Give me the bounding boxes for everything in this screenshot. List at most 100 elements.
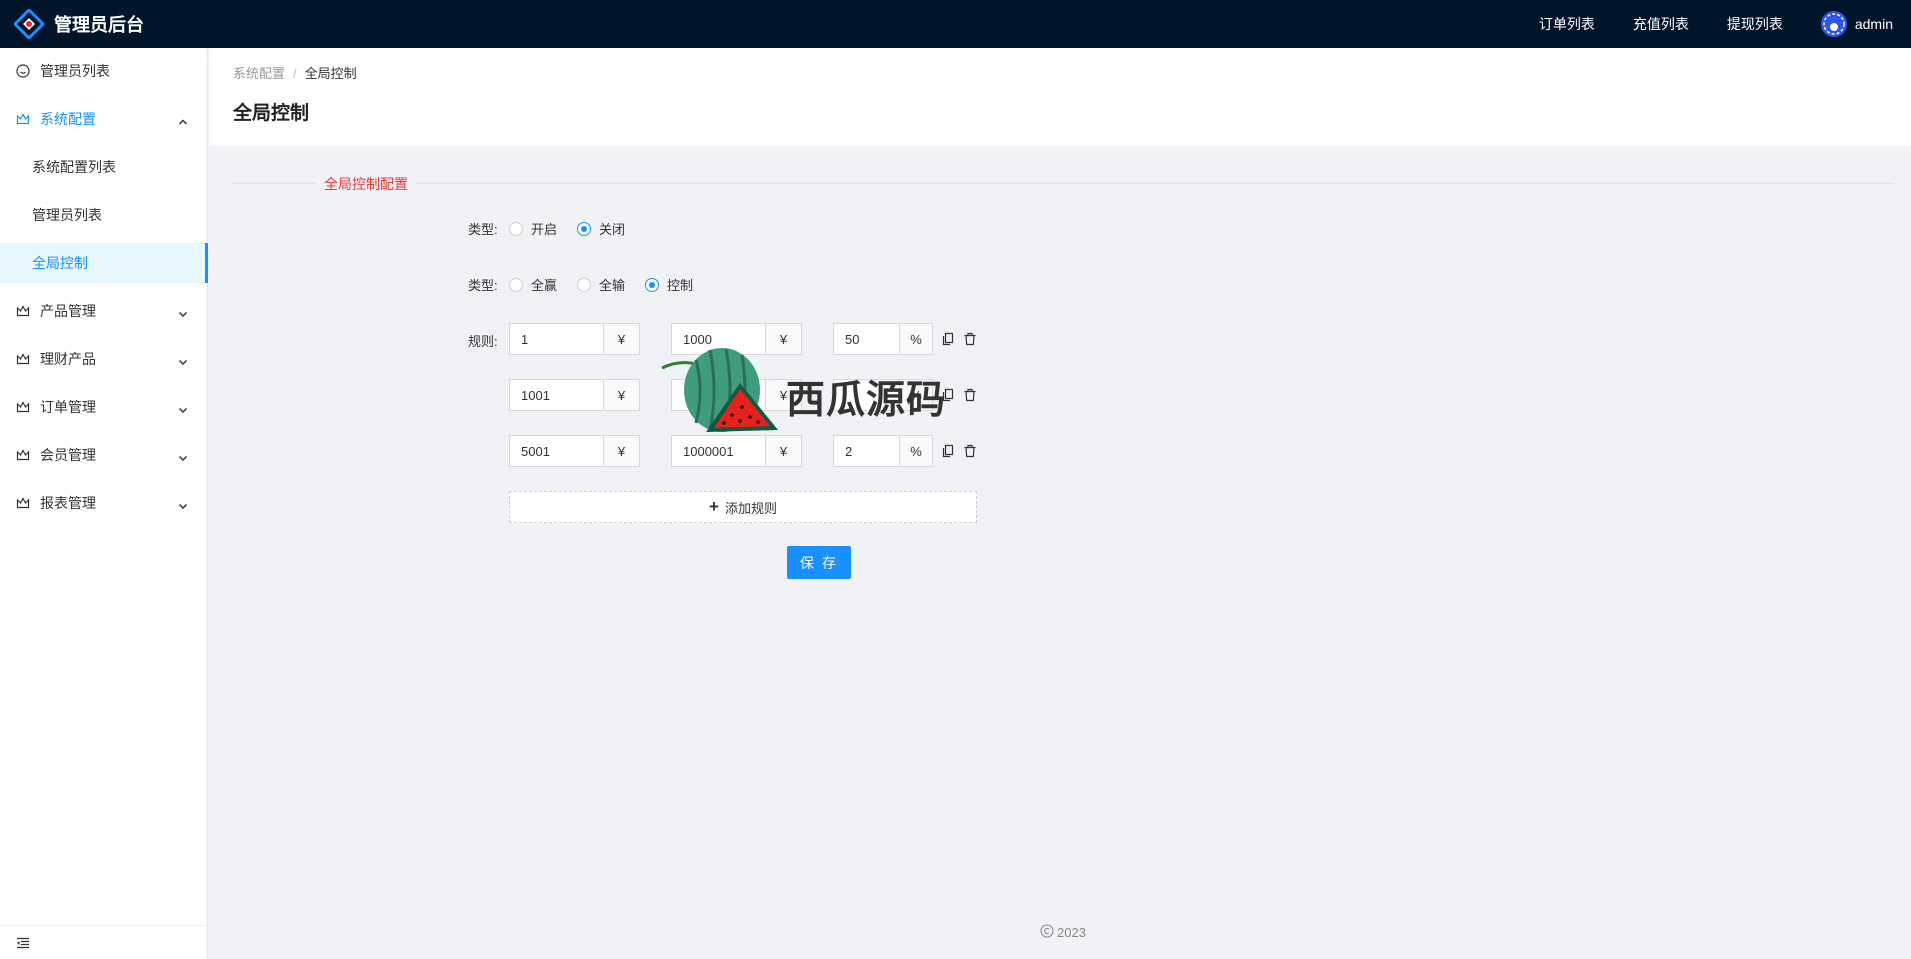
rules-label: 规则: <box>468 334 498 349</box>
top-nav: 订单列表 充值列表 提现列表 admin <box>1539 0 1911 48</box>
sidebar-item-label: 管理员列表 <box>32 207 102 223</box>
radio-circle <box>645 277 659 292</box>
radio-circle <box>577 277 591 292</box>
nav-orders-link[interactable]: 订单列表 <box>1539 14 1595 34</box>
plus-icon: + <box>709 497 719 516</box>
radio-label: 全赢 <box>531 278 558 293</box>
radio-all-lose[interactable]: 全输 <box>577 275 625 294</box>
copy-icon[interactable] <box>941 332 955 346</box>
radio-label: 控制 <box>667 278 694 293</box>
crown-icon <box>16 496 30 510</box>
radio-label: 开启 <box>531 222 558 237</box>
radio-off[interactable]: 关闭 <box>577 219 625 238</box>
sidebar-item-global-control[interactable]: 全局控制 <box>0 243 208 283</box>
chevron-down-icon <box>178 450 188 462</box>
sidebar-item-product-management[interactable]: 产品管理 <box>0 291 208 331</box>
avatar <box>1820 11 1847 37</box>
crown-icon <box>16 400 30 414</box>
sidebar-item-order-management[interactable]: 订单管理 <box>0 387 208 427</box>
currency-addon: ¥ <box>603 380 639 410</box>
logo-icon <box>12 7 46 41</box>
rule-max-input[interactable] <box>672 436 765 466</box>
chevron-down-icon <box>178 402 188 414</box>
radio-all-win[interactable]: 全赢 <box>509 275 557 294</box>
crown-icon <box>16 304 30 318</box>
sidebar-item-label: 订单管理 <box>40 399 96 415</box>
rule-rate-input[interactable] <box>834 436 899 466</box>
watermark: 西瓜源码 <box>660 345 980 435</box>
rule-min-input-group: ¥ <box>509 435 640 467</box>
add-rule-label: 添加规则 <box>724 500 777 516</box>
radio-on[interactable]: 开启 <box>509 219 557 238</box>
sidebar-item-system-config[interactable]: 系统配置 <box>0 99 208 139</box>
copyright-year: 2023 <box>1057 925 1086 940</box>
section-title: 全局控制配置 <box>316 174 416 194</box>
radio-label: 全输 <box>599 278 626 293</box>
user-menu[interactable]: admin <box>1820 11 1893 37</box>
sidebar-item-system-config-list[interactable]: 系统配置列表 <box>0 147 208 187</box>
radio-control[interactable]: 控制 <box>645 275 693 294</box>
sidebar-item-wealth-products[interactable]: 理财产品 <box>0 339 208 379</box>
nav-recharge-link[interactable]: 充值列表 <box>1633 14 1689 34</box>
smile-icon <box>16 64 30 78</box>
page-title: 全局控制 <box>233 103 310 124</box>
radio-circle <box>509 277 523 292</box>
app-title: 管理员后台 <box>54 15 144 35</box>
save-button[interactable]: 保 存 <box>787 546 851 579</box>
breadcrumb-current: 全局控制 <box>304 66 357 81</box>
sidebar-item-label: 系统配置列表 <box>32 159 116 175</box>
rule-min-input-group: ¥ <box>509 323 640 355</box>
menu-fold-icon[interactable] <box>16 936 30 950</box>
rule-rate-input-group: % <box>833 435 933 467</box>
chevron-down-icon <box>178 354 188 366</box>
breadcrumb: 系统配置 / 全局控制 <box>233 63 357 82</box>
radio-label: 关闭 <box>599 222 626 237</box>
switch-type-label: 类型: <box>468 222 498 237</box>
rule-max-input-group: ¥ <box>671 435 802 467</box>
footer: 2023 <box>1040 924 1086 941</box>
page-header: 系统配置 / 全局控制 全局控制 <box>209 48 1911 146</box>
radio-circle <box>577 221 591 236</box>
sidebar-item-member-management[interactable]: 会员管理 <box>0 435 208 475</box>
percent-addon: % <box>899 436 932 466</box>
watermelon-logo-icon <box>661 348 778 432</box>
copyright-icon <box>1040 924 1054 941</box>
top-bar: 管理员后台 订单列表 充值列表 提现列表 admin <box>0 0 1911 48</box>
chevron-up-icon <box>178 114 188 125</box>
logo[interactable]: 管理员后台 <box>12 7 144 41</box>
chevron-down-icon <box>178 498 188 510</box>
add-rule-button[interactable]: + 添加规则 <box>509 491 977 523</box>
sidebar-item-label: 理财产品 <box>40 351 96 367</box>
mode-type-label: 类型: <box>468 278 498 293</box>
rule-min-input-group: ¥ <box>509 379 640 411</box>
nav-withdraw-link[interactable]: 提现列表 <box>1727 14 1783 34</box>
rule-min-input[interactable] <box>510 380 603 410</box>
sidebar-item-admin-list[interactable]: 管理员列表 <box>0 51 208 91</box>
rule-min-input[interactable] <box>510 436 603 466</box>
currency-addon: ¥ <box>765 436 801 466</box>
chevron-down-icon <box>178 306 188 318</box>
sidebar-item-label: 管理员列表 <box>40 63 110 79</box>
sidebar-collapse-bar <box>0 925 208 959</box>
sidebar: 管理员列表 系统配置 系统配置列表 管理员列表 全局控制 产品管理 理财产品 订… <box>0 48 208 959</box>
crown-icon <box>16 448 30 462</box>
sidebar-item-label: 报表管理 <box>40 495 96 511</box>
sidebar-item-label: 会员管理 <box>40 447 96 463</box>
delete-icon[interactable] <box>963 332 977 346</box>
copy-icon[interactable] <box>941 444 955 458</box>
sidebar-item-label: 系统配置 <box>40 111 96 127</box>
rule-min-input[interactable] <box>510 324 603 354</box>
section-divider <box>232 183 1894 184</box>
sidebar-item-label: 全局控制 <box>32 255 88 271</box>
sidebar-item-label: 产品管理 <box>40 303 96 319</box>
username: admin <box>1854 16 1893 32</box>
watermark-text: 西瓜源码 <box>786 378 947 423</box>
currency-addon: ¥ <box>603 324 639 354</box>
sidebar-item-report-management[interactable]: 报表管理 <box>0 483 208 523</box>
crown-icon <box>16 352 30 366</box>
breadcrumb-separator: / <box>293 66 297 81</box>
sidebar-item-admin-list-sub[interactable]: 管理员列表 <box>0 195 208 235</box>
crown-icon <box>16 112 30 126</box>
breadcrumb-parent[interactable]: 系统配置 <box>233 66 285 81</box>
delete-icon[interactable] <box>963 444 977 458</box>
